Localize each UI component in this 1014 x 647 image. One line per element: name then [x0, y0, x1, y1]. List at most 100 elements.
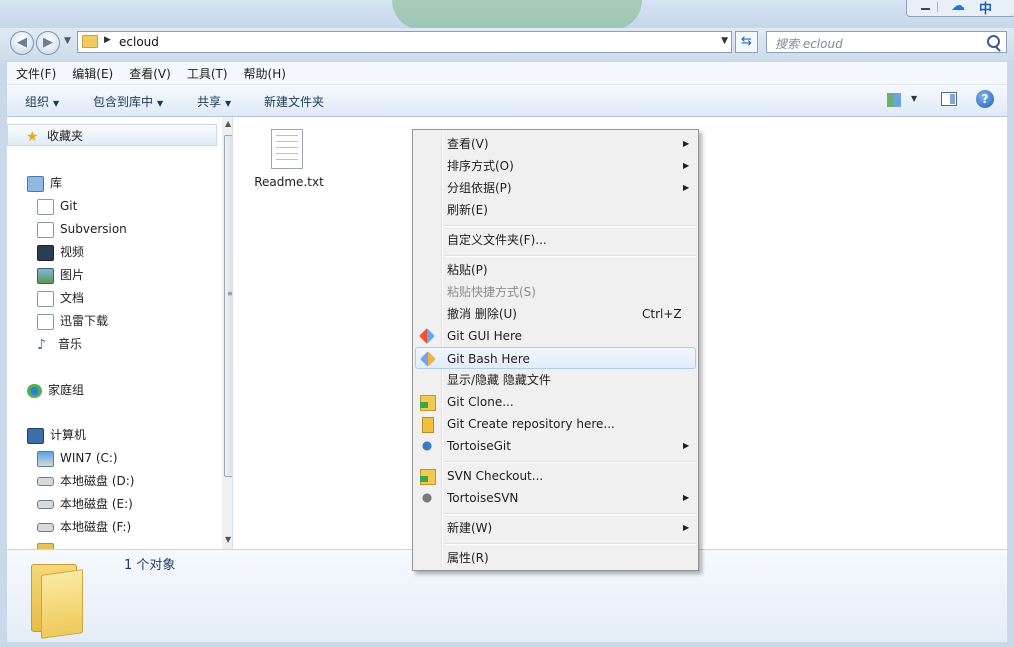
help-icon[interactable]: ?	[976, 90, 994, 108]
new-folder-button[interactable]: 新建文件夹	[264, 93, 324, 110]
nav-drive-c-label: WIN7 (C:)	[60, 451, 118, 465]
menu-item-git-clone-label: Git Clone...	[447, 395, 514, 409]
menu-separator	[445, 255, 696, 257]
back-button[interactable]: ◀	[10, 31, 34, 55]
menu-item-svn-checkout[interactable]: SVN Checkout...	[415, 465, 696, 487]
menu-item-git-create-label: Git Create repository here...	[447, 417, 615, 431]
menu-item-git-bash[interactable]: Git Bash Here	[415, 347, 696, 369]
submenu-arrow-icon: ▶	[683, 441, 690, 450]
nav-favorites[interactable]: ★ 收藏夹	[7, 124, 217, 146]
picture-icon	[37, 267, 54, 284]
menu-item-group[interactable]: 分组依据(P) ▶	[415, 177, 696, 199]
breadcrumb-current[interactable]: ecloud	[119, 35, 159, 49]
nav-library-documents-label: 文档	[60, 291, 85, 305]
menu-edit[interactable]: 编辑(E)	[63, 62, 120, 82]
submenu-arrow-icon: ▶	[683, 493, 690, 502]
menu-file[interactable]: 文件(F)	[7, 62, 63, 82]
preview-pane-button[interactable]	[941, 92, 957, 106]
hard-drive-icon	[37, 477, 54, 486]
include-library-button[interactable]: 包含到库中 ▼	[93, 93, 163, 110]
menu-item-tortoisegit[interactable]: TortoiseGit ▶	[415, 435, 696, 457]
scroll-thumb[interactable]	[224, 135, 232, 477]
command-bar: 组织 ▼ 包含到库中 ▼ 共享 ▼ 新建文件夹 ▼ ?	[7, 85, 1007, 117]
nav-network-share-partial[interactable]	[37, 539, 60, 549]
nav-libraries[interactable]: 库	[27, 172, 62, 194]
menu-item-sort-label: 排序方式(O)	[447, 159, 514, 173]
nav-library-documents[interactable]: 文档	[37, 287, 84, 309]
menu-item-paste-shortcut: 粘贴快捷方式(S)	[415, 281, 696, 303]
subversion-library-icon	[37, 221, 54, 238]
menu-item-tortoisesvn[interactable]: TortoiseSVN ▶	[415, 487, 696, 509]
nav-library-pictures[interactable]: 图片	[37, 264, 84, 286]
breadcrumb-separator-icon[interactable]: ▶	[104, 35, 111, 45]
menu-view[interactable]: 查看(V)	[120, 62, 178, 82]
menu-item-git-create-repo[interactable]: Git Create repository here...	[415, 413, 696, 435]
tortoisegit-icon	[420, 439, 434, 453]
git-gui-icon	[419, 328, 435, 344]
cloud-icon[interactable]: ☁	[951, 0, 971, 14]
chevron-down-icon: ▼	[157, 99, 164, 108]
recent-pages-dropdown[interactable]: ▼	[64, 36, 71, 46]
address-bar[interactable]: ▶ ecloud ▼	[77, 31, 732, 53]
nav-drive-d[interactable]: 本地磁盘 (D:)	[37, 470, 134, 492]
search-input[interactable]: 搜索 ecloud	[766, 31, 1007, 53]
menu-item-new[interactable]: 新建(W) ▶	[415, 517, 696, 539]
view-dropdown-icon[interactable]: ▼	[911, 94, 917, 103]
library-icon	[27, 175, 44, 192]
share-button[interactable]: 共享 ▼	[197, 93, 231, 110]
menu-item-refresh[interactable]: 刷新(E)	[415, 199, 696, 221]
menu-item-undo-delete[interactable]: 撤消 删除(U) Ctrl+Z	[415, 303, 696, 325]
menu-separator	[445, 513, 696, 515]
ime-indicator[interactable]: 中	[979, 0, 992, 17]
nav-computer[interactable]: 计算机	[27, 424, 86, 446]
menu-item-tortoisesvn-label: TortoiseSVN	[447, 491, 519, 505]
nav-drive-f[interactable]: 本地磁盘 (F:)	[37, 516, 131, 538]
menu-tools[interactable]: 工具(T)	[178, 62, 235, 82]
hard-drive-icon	[37, 523, 54, 532]
refresh-button[interactable]: ⇆	[735, 31, 758, 53]
menu-item-paste[interactable]: 粘贴(P)	[415, 259, 696, 281]
menu-separator	[445, 461, 696, 463]
nav-favorites-label: 收藏夹	[47, 129, 84, 143]
scroll-down-icon[interactable]: ▼	[225, 535, 231, 544]
nav-drive-c[interactable]: WIN7 (C:)	[37, 447, 118, 469]
menu-item-git-clone[interactable]: Git Clone...	[415, 391, 696, 413]
organize-button[interactable]: 组织 ▼	[25, 93, 59, 110]
organize-label: 组织	[25, 95, 50, 109]
menu-item-customize[interactable]: 自定义文件夹(F)...	[415, 229, 696, 251]
nav-library-music-label: 音乐	[58, 337, 83, 351]
git-library-icon	[37, 198, 54, 215]
computer-icon	[27, 427, 44, 444]
navigation-pane: ★ 收藏夹 库 Git Subversion 视频 图片 文档 迅雷下载 ♪ 音乐 …	[7, 117, 233, 549]
nav-library-music[interactable]: ♪ 音乐	[37, 333, 82, 355]
menu-item-git-gui[interactable]: Git GUI Here	[415, 325, 696, 347]
nav-library-git[interactable]: Git	[37, 195, 77, 217]
menu-help[interactable]: 帮助(H)	[235, 62, 293, 82]
menu-item-tortoisegit-label: TortoiseGit	[447, 439, 511, 453]
nav-library-downloads-label: 迅雷下载	[60, 314, 109, 328]
nav-drive-d-label: 本地磁盘 (D:)	[60, 474, 135, 488]
menu-item-view[interactable]: 查看(V) ▶	[415, 133, 696, 155]
menu-item-refresh-label: 刷新(E)	[447, 203, 488, 217]
git-clone-icon	[420, 395, 436, 411]
nav-drive-e[interactable]: 本地磁盘 (E:)	[37, 493, 133, 515]
search-icon[interactable]	[987, 35, 1000, 48]
forward-button[interactable]: ▶	[36, 31, 60, 55]
text-file-icon	[271, 129, 303, 169]
menu-item-git-bash-label: Git Bash Here	[447, 352, 530, 366]
change-view-icon[interactable]	[887, 93, 901, 107]
address-dropdown-icon[interactable]: ▼	[721, 36, 728, 46]
minimize-button[interactable]	[915, 2, 938, 12]
nav-library-subversion[interactable]: Subversion	[37, 218, 127, 240]
nav-library-videos[interactable]: 视频	[37, 241, 84, 263]
nav-drive-e-label: 本地磁盘 (E:)	[60, 497, 133, 511]
menu-item-show-hidden[interactable]: 显示/隐藏 隐藏文件	[415, 369, 696, 391]
tortoisesvn-icon	[420, 491, 434, 505]
menu-item-sort[interactable]: 排序方式(O) ▶	[415, 155, 696, 177]
nav-homegroup[interactable]: 家庭组	[27, 379, 84, 401]
nav-library-downloads[interactable]: 迅雷下载	[37, 310, 108, 332]
submenu-arrow-icon: ▶	[683, 183, 690, 192]
scroll-up-icon[interactable]: ▲	[225, 119, 231, 128]
menu-item-properties[interactable]: 属性(R)	[415, 547, 696, 569]
folder-icon	[82, 35, 98, 48]
